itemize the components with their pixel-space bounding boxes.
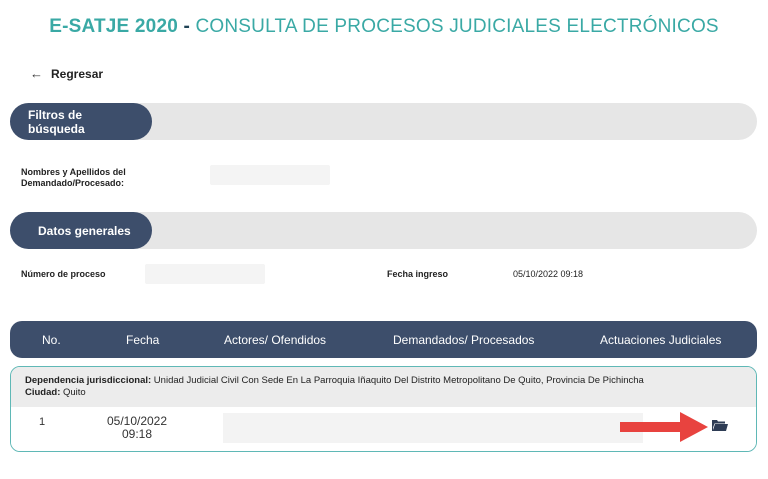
entry-date-label: Fecha ingreso — [387, 269, 449, 279]
results-table-header: No. Fecha Actores/ Ofendidos Demandados/… — [10, 321, 757, 358]
red-arrow-annotation — [620, 412, 708, 442]
process-number-value — [145, 264, 265, 284]
name-field-label-line2: Demandado/Procesado: — [21, 178, 125, 188]
column-header-date: Fecha — [126, 333, 160, 347]
city-line: Ciudad: Quito — [25, 387, 742, 399]
dependency-value: Unidad Judicial Civil Con Sede En La Par… — [151, 375, 644, 386]
name-field-label-line1: Nombres y Apellidos del — [21, 167, 126, 177]
filters-section-title: Filtros de búsqueda — [10, 103, 152, 140]
process-number-label: Número de proceso — [21, 269, 106, 279]
back-button[interactable]: ← Regresar — [30, 66, 103, 81]
city-value: Quito — [60, 387, 86, 398]
page-subtitle: CONSULTA DE PROCESOS JUDICIALES ELECTRÓN… — [195, 16, 719, 37]
name-field-label: Nombres y Apellidos del Demandado/Proces… — [21, 167, 126, 189]
title-separator: - — [177, 16, 196, 37]
group-header: Dependencia jurisdiccional: Unidad Judic… — [11, 367, 756, 407]
row-parties-redacted — [223, 413, 643, 443]
arrow-left-icon: ← — [30, 66, 43, 81]
city-label: Ciudad: — [25, 387, 61, 398]
page-title: E-SATJE 2020 - CONSULTA DE PROCESOS JUDI… — [0, 16, 768, 38]
column-header-actors: Actores/ Ofendidos — [224, 333, 327, 347]
column-header-defendants: Demandados/ Procesados — [393, 333, 535, 347]
filters-section-bar: Filtros de búsqueda — [10, 103, 757, 140]
general-section-bar: Datos generales — [10, 212, 757, 249]
result-group: Dependencia jurisdiccional: Unidad Judic… — [10, 366, 757, 452]
row-date-time: 09:18 — [121, 427, 153, 441]
entry-date-value: 05/10/2022 09:18 — [513, 269, 584, 279]
row-number: 1 — [39, 416, 46, 428]
row-date: 05/10/2022 09:18 — [97, 415, 177, 441]
column-header-no: No. — [42, 333, 61, 347]
dependency-line: Dependencia jurisdiccional: Unidad Judic… — [25, 375, 742, 387]
brand-name: E-SATJE 2020 — [49, 16, 178, 37]
column-header-actions: Actuaciones Judiciales — [600, 333, 722, 347]
name-input[interactable] — [210, 165, 330, 185]
table-row: 1 05/10/2022 09:18 — [11, 407, 756, 451]
general-section-title: Datos generales — [10, 212, 152, 249]
folder-open-icon[interactable] — [711, 419, 729, 432]
back-label: Regresar — [51, 66, 104, 81]
dependency-label: Dependencia jurisdiccional: — [25, 375, 152, 386]
